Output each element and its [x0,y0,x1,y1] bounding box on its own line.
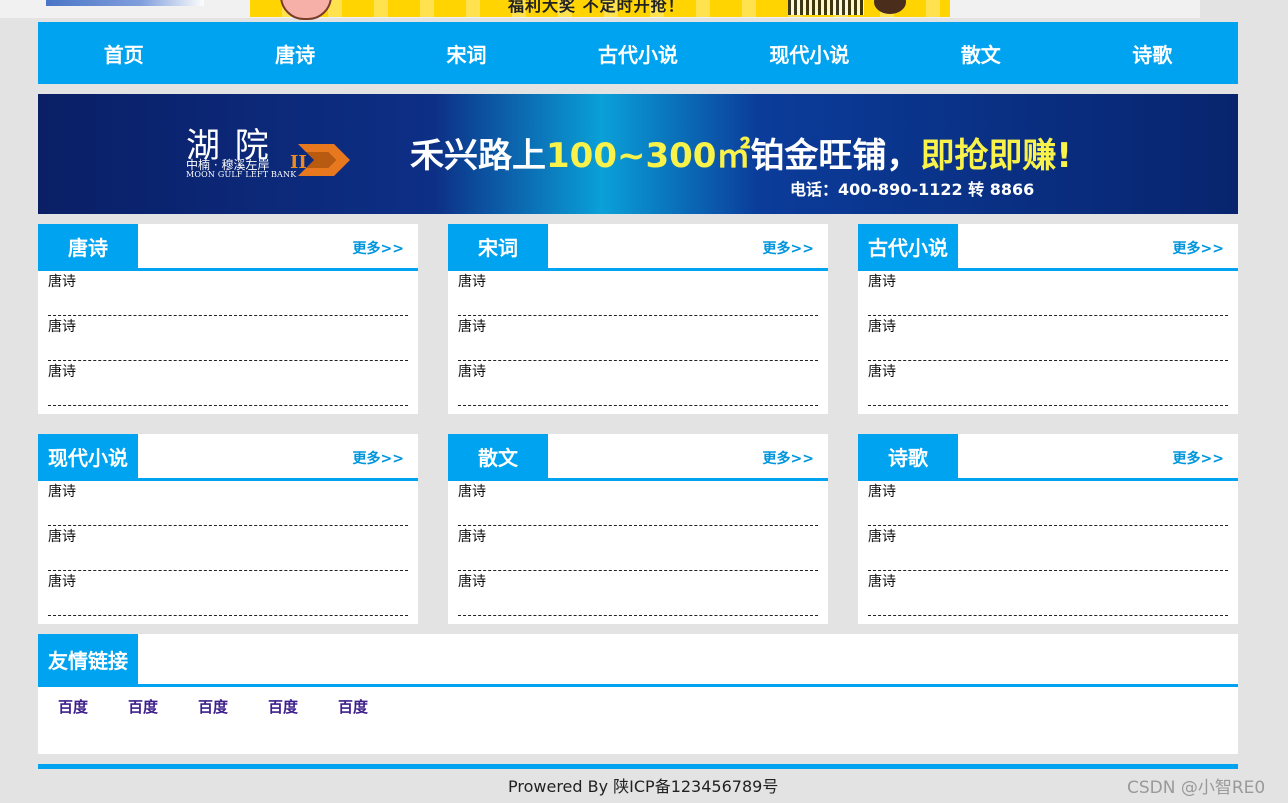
friend-links-list: 百度 百度 百度 百度 百度 [58,696,408,717]
list-item[interactable]: 唐诗 [48,361,408,406]
section-title: 诗歌 [858,434,958,478]
more-link[interactable]: 更多>> [763,238,814,258]
list-item[interactable]: 唐诗 [458,316,818,361]
list-item[interactable]: 唐诗 [458,526,818,571]
list-item[interactable]: 唐诗 [48,481,408,526]
nav-item-prose[interactable]: 散文 [895,22,1066,84]
banner-advertisement[interactable]: 湖 院 中楠 · 穆溪左岸 II MOON GULF LEFT BANK 禾兴路… [38,94,1238,214]
list-item[interactable]: 唐诗 [868,361,1228,406]
friend-link[interactable]: 百度 [268,696,338,717]
banner-phone: 电话：400-890-1122 转 8866 [790,180,1035,199]
friend-link[interactable]: 百度 [338,696,408,717]
section-header: 宋词 更多>> [448,224,828,271]
more-link[interactable]: 更多>> [353,238,404,258]
friend-links-section: 友情链接 百度 百度 百度 百度 百度 [38,634,1238,754]
list-item[interactable]: 唐诗 [458,481,818,526]
section-list: 唐诗 唐诗 唐诗 [458,481,818,616]
nav-item-poetry[interactable]: 诗歌 [1067,22,1238,84]
section-ancient-novels: 古代小说 更多>> 唐诗 唐诗 唐诗 [858,224,1238,414]
nav-item-modern-novels[interactable]: 现代小说 [724,22,895,84]
section-title: 散文 [448,434,548,478]
ad-avatar-image [874,0,906,14]
section-modern-novels: 现代小说 更多>> 唐诗 唐诗 唐诗 [38,434,418,624]
section-list: 唐诗 唐诗 唐诗 [458,271,818,406]
section-list: 唐诗 唐诗 唐诗 [48,481,408,616]
section-title: 古代小说 [858,224,958,268]
section-list: 唐诗 唐诗 唐诗 [868,481,1228,616]
friend-link[interactable]: 百度 [58,696,128,717]
friend-links-title: 友情链接 [38,634,138,684]
ad-character-image [280,0,332,20]
friend-link[interactable]: 百度 [128,696,198,717]
list-item[interactable]: 唐诗 [868,316,1228,361]
list-item[interactable]: 唐诗 [48,271,408,316]
section-poetry: 诗歌 更多>> 唐诗 唐诗 唐诗 [858,434,1238,624]
banner-headline: 禾兴路上100~300㎡铂金旺铺，即抢即赚! [410,128,1072,177]
section-song-ci: 宋词 更多>> 唐诗 唐诗 唐诗 [448,224,828,414]
list-item[interactable]: 唐诗 [48,571,408,616]
nav-item-song-ci[interactable]: 宋词 [381,22,552,84]
list-item[interactable]: 唐诗 [458,271,818,316]
section-header: 唐诗 更多>> [38,224,418,271]
list-item[interactable]: 唐诗 [48,316,408,361]
nav-item-home[interactable]: 首页 [38,22,209,84]
top-strip: 福利大奖 不定时开抢！ [0,0,1200,20]
top-advertisement[interactable]: 福利大奖 不定时开抢！ [250,0,950,20]
friend-link[interactable]: 百度 [198,696,268,717]
list-item[interactable]: 唐诗 [868,481,1228,526]
nav-item-ancient-novels[interactable]: 古代小说 [552,22,723,84]
section-title: 唐诗 [38,224,138,268]
footer-divider [38,764,1238,769]
section-list: 唐诗 唐诗 唐诗 [868,271,1228,406]
more-link[interactable]: 更多>> [763,448,814,468]
section-header: 古代小说 更多>> [858,224,1238,271]
more-link[interactable]: 更多>> [353,448,404,468]
list-item[interactable]: 唐诗 [868,571,1228,616]
section-list: 唐诗 唐诗 唐诗 [48,271,408,406]
list-item[interactable]: 唐诗 [868,526,1228,571]
nav-item-tang-poetry[interactable]: 唐诗 [209,22,380,84]
banner-headline-area: 100~300㎡ [546,136,751,176]
friend-links-header: 友情链接 [38,634,1238,687]
section-tang-poetry: 唐诗 更多>> 唐诗 唐诗 唐诗 [38,224,418,414]
ad-text: 福利大奖 不定时开抢！ [508,0,685,15]
banner-headline-prefix: 禾兴路上 [410,136,546,176]
qr-code-image [788,0,864,15]
more-link[interactable]: 更多>> [1173,448,1224,468]
section-header: 现代小说 更多>> [38,434,418,481]
banner-logo-english: MOON GULF LEFT BANK [186,170,297,179]
list-item[interactable]: 唐诗 [48,526,408,571]
banner-headline-cta: 即抢即赚! [920,136,1072,176]
section-header: 散文 更多>> [448,434,828,481]
banner-headline-middle: 铂金旺铺， [750,136,921,176]
section-title: 宋词 [448,224,548,268]
list-item[interactable]: 唐诗 [458,571,818,616]
list-item[interactable]: 唐诗 [868,271,1228,316]
footer-icp-text: Prowered By 陕ICP备123456789号 [508,777,779,796]
section-header: 诗歌 更多>> [858,434,1238,481]
csdn-watermark: CSDN @小智RE0 [1127,778,1266,798]
more-link[interactable]: 更多>> [1173,238,1224,258]
section-prose: 散文 更多>> 唐诗 唐诗 唐诗 [448,434,828,624]
site-logo[interactable] [46,0,204,6]
list-item[interactable]: 唐诗 [458,361,818,406]
banner-logo-chevron-icon [298,144,350,176]
section-title: 现代小说 [38,434,138,478]
main-nav: 首页 唐诗 宋词 古代小说 现代小说 散文 诗歌 [38,22,1238,84]
